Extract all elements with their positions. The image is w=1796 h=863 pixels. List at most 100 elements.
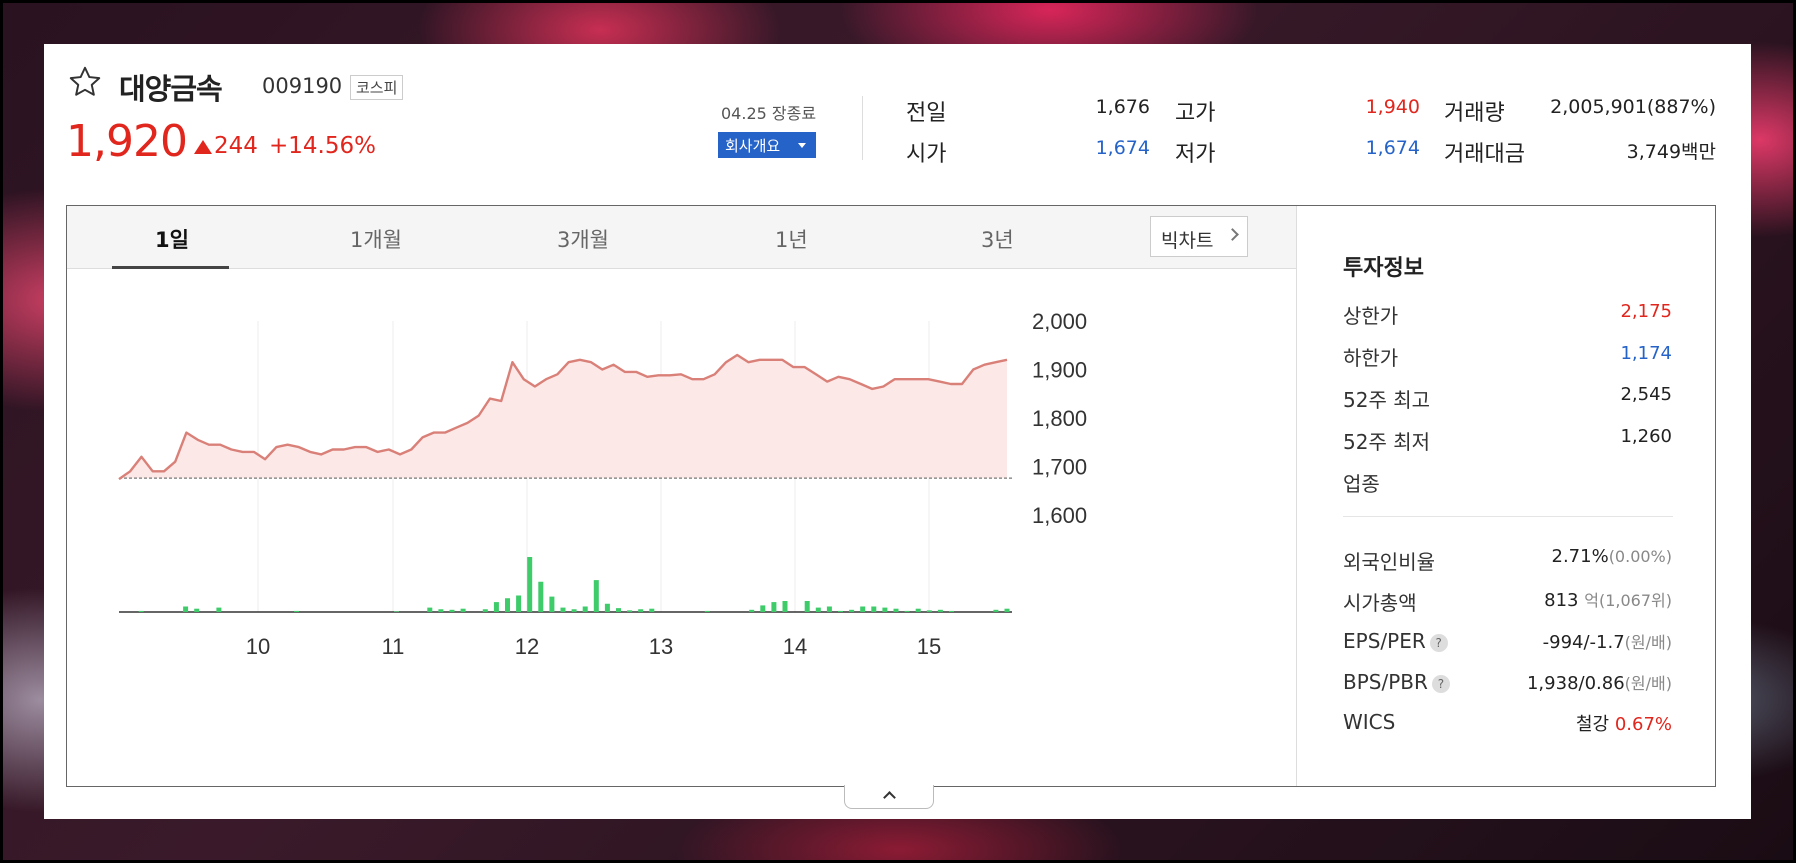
price-change: 244 xyxy=(214,133,258,159)
volume-bar xyxy=(493,602,499,612)
volume-bar xyxy=(904,610,910,612)
volume-bar xyxy=(438,609,444,612)
favorite-star-icon[interactable] xyxy=(66,64,104,100)
low-value: 1,674 xyxy=(1365,137,1420,159)
volume-bar xyxy=(560,607,566,612)
y-tick-label: 1,600 xyxy=(1032,503,1087,528)
investment-info: 투자정보 상한가 2,175 하한가 1,174 52주 최고 2,545 52… xyxy=(1296,206,1716,786)
market-cap-label: 시가총액 xyxy=(1343,591,1417,615)
eps-per-unit: (원/배) xyxy=(1624,633,1672,652)
up-arrow-icon xyxy=(194,140,212,154)
y-tick-label: 1,700 xyxy=(1032,455,1087,480)
volume-bar xyxy=(527,557,533,612)
foreign-ratio-change: (0.00%) xyxy=(1608,547,1672,566)
volume-bar xyxy=(849,609,855,612)
tab-3month[interactable]: 3개월 xyxy=(557,224,609,254)
eps-per-value: -994/-1.7(원/배) xyxy=(1543,629,1672,653)
prev-close-label: 전일 xyxy=(906,101,947,126)
volume-bar xyxy=(704,610,710,612)
volume-bar xyxy=(627,610,633,612)
volume-bar xyxy=(593,580,599,612)
chart-container: 1일 1개월 3개월 1년 3년 빅차트 10 11 12 13 14 15 2,000 1,… xyxy=(66,205,1716,787)
volume-bar xyxy=(949,610,954,612)
y-tick-label: 1,900 xyxy=(1032,358,1087,383)
volume-bar xyxy=(871,606,877,612)
price-change-percent: +14.56% xyxy=(269,133,376,159)
collapse-button[interactable] xyxy=(844,785,934,809)
tab-1day[interactable]: 1일 xyxy=(155,224,189,254)
chevron-up-icon xyxy=(883,791,896,804)
eps-per-label: EPS/PER? xyxy=(1343,629,1448,653)
volume-bar xyxy=(771,602,777,612)
volume-bar xyxy=(505,598,510,612)
low52-value: 1,260 xyxy=(1620,426,1672,447)
market-status: 04.25 장종료 xyxy=(721,104,817,123)
company-name: 대양금속 xyxy=(119,72,223,106)
trade-amount-label: 거래대금 xyxy=(1444,142,1525,167)
volume-bar xyxy=(649,608,655,612)
volume-bar xyxy=(183,606,189,612)
x-tick-label: 11 xyxy=(382,634,405,659)
high-label: 고가 xyxy=(1175,101,1216,126)
foreign-ratio-number: 2.71% xyxy=(1551,546,1609,567)
tab-3year[interactable]: 3년 xyxy=(981,224,1014,254)
wics-change: 0.67% xyxy=(1614,714,1672,735)
volume-bar xyxy=(860,606,866,612)
help-icon[interactable]: ? xyxy=(1431,674,1450,693)
x-tick-label: 12 xyxy=(515,634,539,659)
chevron-right-icon xyxy=(1226,228,1239,241)
volume-bar xyxy=(449,609,455,612)
volume-bar xyxy=(294,610,300,612)
x-tick-label: 15 xyxy=(917,634,941,659)
volume-value: 2,005,901(887%) xyxy=(1550,96,1716,118)
volume-bar xyxy=(993,609,999,612)
foreign-ratio-label: 외국인비율 xyxy=(1343,550,1435,574)
caret-down-icon xyxy=(798,143,806,148)
volume-bar xyxy=(782,601,788,612)
tab-1year[interactable]: 1년 xyxy=(775,224,808,254)
volume-bar xyxy=(571,609,577,612)
open-label: 시가 xyxy=(906,142,947,167)
company-overview-button[interactable]: 회사개요 xyxy=(718,132,816,158)
volume-bar xyxy=(138,610,144,612)
wics-sector[interactable]: 철강 xyxy=(1576,714,1609,735)
market-cap-rank: (1,067위) xyxy=(1598,591,1672,610)
tab-1month[interactable]: 1개월 xyxy=(350,224,402,254)
volume-bar xyxy=(427,607,433,612)
volume-bar xyxy=(482,609,488,612)
open-value: 1,674 xyxy=(1095,137,1150,159)
low-label: 저가 xyxy=(1175,142,1216,167)
volume-bar xyxy=(749,609,755,612)
y-tick-label: 1,800 xyxy=(1032,406,1087,431)
help-icon[interactable]: ? xyxy=(1429,633,1448,652)
volume-bar xyxy=(538,581,544,612)
volume-bar xyxy=(915,608,921,612)
x-tick-label: 13 xyxy=(649,634,673,659)
sector-label: 업종 xyxy=(1343,472,1380,496)
bps-pbr-value: 1,938/0.86(원/배) xyxy=(1527,670,1672,694)
volume-bar xyxy=(882,607,888,612)
bps-pbr-number: 1,938/0.86 xyxy=(1526,673,1625,694)
volume-bar xyxy=(826,606,832,612)
volume-bar xyxy=(616,608,621,612)
x-tick-label: 10 xyxy=(246,634,270,659)
intraday-chart[interactable]: 10 11 12 13 14 15 2,000 1,900 1,800 1,700 1,600 xyxy=(67,269,1296,785)
volume-bar xyxy=(194,608,200,612)
volume-bar xyxy=(638,609,644,612)
volume-bar xyxy=(760,605,766,612)
market-cap-unit: 억 xyxy=(1584,591,1599,610)
volume-bar xyxy=(838,610,843,612)
volume-bar xyxy=(216,607,222,612)
bigchart-label: 빅차트 xyxy=(1161,230,1214,252)
volume-bar xyxy=(604,603,610,612)
y-tick-label: 2,000 xyxy=(1032,309,1087,334)
low52-label: 52주 최저 xyxy=(1343,430,1431,454)
volume-bar xyxy=(815,607,821,612)
divider xyxy=(1343,516,1673,517)
stock-code: 009190 xyxy=(262,74,343,98)
volume-bar xyxy=(926,610,932,612)
bigchart-button[interactable]: 빅차트 xyxy=(1150,216,1248,257)
volume-bar xyxy=(460,608,466,612)
current-price: 1,920 xyxy=(66,116,188,167)
wics-label: WICS xyxy=(1343,710,1396,734)
